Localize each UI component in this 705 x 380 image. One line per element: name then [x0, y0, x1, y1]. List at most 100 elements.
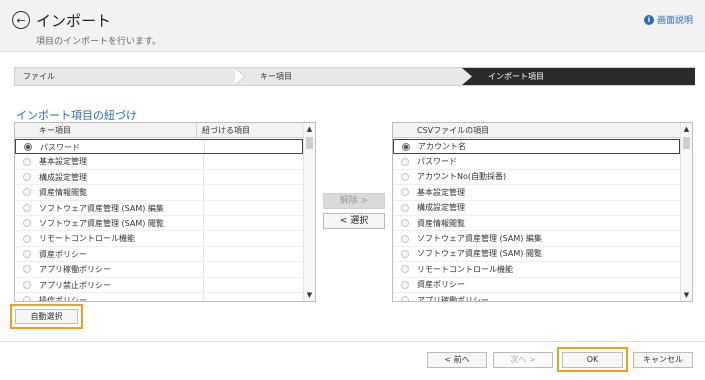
- list-item[interactable]: ソフトウェア資産管理 (SAM) 閲覧: [15, 215, 303, 232]
- list-item-label: パスワード: [40, 140, 205, 154]
- radio-button[interactable]: [401, 296, 409, 301]
- list-item-label: ソフトウェア資産管理 (SAM) 閲覧: [417, 249, 542, 259]
- radio-button[interactable]: [23, 219, 31, 228]
- csv-item-list: CSVファイルの項目 アカウント名 パスワードアカウントNo(自動採番) 基本設定管…: [392, 122, 693, 302]
- radio-button[interactable]: [401, 219, 409, 228]
- scroll-thumb[interactable]: [306, 137, 313, 149]
- list-item-label: アカウント名: [418, 142, 466, 152]
- radio-button[interactable]: [401, 157, 409, 166]
- list-item-label: 操作ポリシー: [39, 292, 204, 301]
- step-bar: ファイル キー項目 インポート項目: [14, 67, 695, 86]
- help-label: 画面説明: [656, 16, 693, 26]
- list-item-label: 構成設定管理: [39, 169, 204, 185]
- list-item-label: アプリ稼働ポリシー: [417, 295, 489, 302]
- cancel-button[interactable]: キャンセル: [633, 352, 693, 368]
- list-item[interactable]: 資産情報閲覧: [393, 216, 680, 232]
- page-title: インポート: [36, 12, 112, 30]
- list-item-label: リモートコントロール機能: [39, 231, 204, 246]
- list-item[interactable]: ソフトウェア資産管理 (SAM) 閲覧: [393, 247, 680, 263]
- radio-button[interactable]: [402, 142, 410, 151]
- scroll-down-icon[interactable]: ▼: [681, 289, 692, 301]
- radio-button[interactable]: [23, 203, 31, 212]
- list-item[interactable]: ソフトウェア資産管理 (SAM) 編集: [15, 200, 303, 216]
- auto-select-button[interactable]: 自動選択: [15, 309, 78, 324]
- list-item[interactable]: 資産ポリシー: [393, 278, 680, 293]
- next-button[interactable]: 次へ >: [493, 352, 553, 368]
- scrollbar[interactable]: ▲ ▼: [680, 123, 692, 301]
- radio-button[interactable]: [401, 249, 409, 258]
- list-item-label: 資産情報閲覧: [39, 185, 204, 200]
- list-item-label: リモートコントロール機能: [417, 264, 513, 274]
- list-item[interactable]: アカウントNo(自動採番): [393, 170, 680, 186]
- list-item-label: 資産情報閲覧: [417, 218, 465, 228]
- radio-button[interactable]: [23, 172, 31, 181]
- list-item[interactable]: 基本設定管理: [15, 154, 303, 170]
- list-item[interactable]: 基本設定管理: [393, 185, 680, 201]
- scroll-up-icon[interactable]: ▲: [304, 123, 315, 135]
- list-item-label: アプリ稼働ポリシー: [39, 262, 204, 277]
- scrollbar[interactable]: ▲ ▼: [303, 123, 315, 301]
- step-import-item: インポート項目: [488, 72, 544, 81]
- radio-button[interactable]: [23, 188, 31, 197]
- radio-button[interactable]: [401, 280, 409, 289]
- list-item-label: ソフトウェア資産管理 (SAM) 編集: [39, 200, 204, 215]
- page-subtitle: 項目のインポートを行います。: [36, 37, 162, 47]
- list-item[interactable]: アプリ稼働ポリシー: [393, 293, 680, 302]
- ok-button[interactable]: OK: [562, 352, 623, 368]
- step-file: ファイル: [23, 72, 55, 81]
- section-title: インポート項目の紐づけ: [16, 109, 137, 122]
- help-link[interactable]: i 画面説明: [643, 13, 693, 26]
- list-item[interactable]: リモートコントロール機能: [15, 231, 303, 247]
- list-item-label: 構成設定管理: [417, 203, 465, 213]
- radio-button[interactable]: [24, 142, 32, 151]
- list-item[interactable]: アプリ稼働ポリシー: [15, 262, 303, 278]
- list-item[interactable]: アカウント名: [393, 139, 680, 155]
- radio-button[interactable]: [401, 188, 409, 197]
- scroll-down-icon[interactable]: ▼: [304, 289, 315, 301]
- arrow-left-circle-icon[interactable]: ←: [12, 11, 30, 29]
- key-item-list: キー項目 紐づける項目 パスワード 基本設定管理 構成設定管理 資産情報閲覧 ソフトウェ…: [14, 122, 316, 302]
- list-item[interactable]: アプリ禁止ポリシー: [15, 277, 303, 293]
- list-item[interactable]: 構成設定管理: [393, 201, 680, 216]
- column-linked-item: 紐づける項目: [202, 126, 250, 135]
- radio-button[interactable]: [23, 249, 31, 258]
- list-rows: パスワード 基本設定管理 構成設定管理 資産情報閲覧 ソフトウェア資産管理 (SAM) …: [15, 139, 303, 301]
- scroll-thumb[interactable]: [683, 137, 690, 149]
- radio-button[interactable]: [23, 234, 31, 243]
- list-item[interactable]: 操作ポリシー: [15, 292, 303, 301]
- column-csv-item: CSVファイルの項目: [417, 126, 490, 135]
- info-icon: i: [643, 14, 654, 25]
- radio-button[interactable]: [401, 234, 409, 243]
- radio-button[interactable]: [23, 265, 31, 274]
- list-item[interactable]: 構成設定管理: [15, 169, 303, 186]
- auto-select-highlight: 自動選択: [10, 304, 83, 329]
- list-item-label: 資産ポリシー: [39, 246, 204, 262]
- list-item[interactable]: パスワード: [15, 139, 303, 155]
- list-item[interactable]: 資産ポリシー: [15, 246, 303, 263]
- list-header: キー項目 紐づける項目: [15, 123, 315, 138]
- column-key-item: キー項目: [15, 123, 197, 137]
- radio-button[interactable]: [23, 157, 31, 166]
- radio-button[interactable]: [401, 172, 409, 181]
- list-item-label: 基本設定管理: [39, 154, 204, 169]
- list-item-label: アカウントNo(自動採番): [417, 172, 507, 182]
- header: ← インポート 項目のインポートを行います。 i 画面説明: [0, 0, 705, 52]
- radio-button[interactable]: [23, 296, 31, 301]
- list-item[interactable]: パスワード: [393, 154, 680, 170]
- radio-button[interactable]: [23, 280, 31, 289]
- step-key-item: キー項目: [260, 72, 292, 81]
- list-item[interactable]: 資産情報閲覧: [15, 185, 303, 201]
- list-rows: アカウント名 パスワードアカウントNo(自動採番) 基本設定管理 構成設定管理 資産情報…: [393, 139, 680, 301]
- list-item-label: 資産ポリシー: [417, 280, 465, 290]
- list-item[interactable]: ソフトウェア資産管理 (SAM) 編集: [393, 231, 680, 247]
- select-button[interactable]: < 選択: [323, 213, 385, 229]
- list-item-label: ソフトウェア資産管理 (SAM) 編集: [417, 234, 542, 244]
- radio-button[interactable]: [401, 203, 409, 212]
- radio-button[interactable]: [401, 265, 409, 274]
- scroll-up-icon[interactable]: ▲: [681, 123, 692, 135]
- list-item[interactable]: リモートコントロール機能: [393, 262, 680, 278]
- list-item-label: パスワード: [417, 157, 457, 167]
- prev-button[interactable]: < 前へ: [427, 352, 487, 368]
- remove-button[interactable]: 解除 >: [323, 193, 385, 209]
- list-item-label: 基本設定管理: [417, 187, 465, 197]
